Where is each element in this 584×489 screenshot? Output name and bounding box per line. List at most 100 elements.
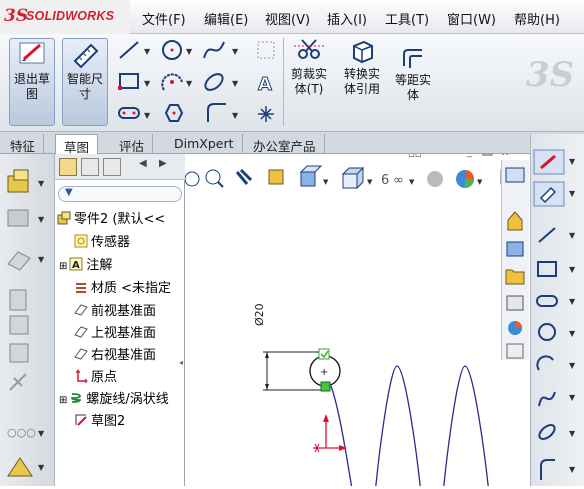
smart-dimension-button[interactable]: 智能尺 寸 [62,38,108,126]
svg-text:+: + [320,367,328,378]
menu-tools[interactable]: 工具(T) [385,9,429,28]
tree-item-sketch2[interactable]: 草图2 [74,410,125,432]
graphics-area[interactable]: ▼ ▼ 6 ∞ ▼ ▼ ▫▫ _ ✕ Ø20 + [184,147,530,489]
tree-item-sensors[interactable]: 传感器 [74,231,130,253]
instant3d-icon [7,457,33,477]
spline-icon [538,391,556,407]
svg-text:▼: ▼ [38,463,45,472]
svg-text:▼: ▼ [186,47,193,56]
pane-collapse-icon[interactable]: ◂ [179,358,183,367]
line-tool-icon [119,41,139,59]
previous-view-icon [235,168,253,185]
construction-rect-icon [257,41,275,59]
tab-dimxpert[interactable]: DimXpert [166,134,243,154]
tree-item-material[interactable]: 材质 <未指定 [74,277,171,299]
menu-file[interactable]: 文件(F) [142,9,186,28]
window-close-icon: ✕ [501,154,509,159]
tree-item-helix[interactable]: ⊞ 螺旋线/涡状线 [59,388,169,410]
svg-text:▼: ▼ [38,429,45,438]
tree-item-front-plane[interactable]: 前视基准面 [74,300,156,322]
right-sketch-toolbar: ▼ ▼ ▼ ▼ ▼ ▼ ▼ ▼ ▼ ▼ [530,134,584,486]
exit-sketch-icon [19,42,45,64]
fillet-icon [540,459,555,480]
app-name: SOLIDWORKS [26,9,115,23]
svg-text:▼: ▼ [569,329,576,338]
sensor-icon [74,234,88,248]
menu-insert[interactable]: 插入(I) [327,9,367,28]
plane-icon [74,326,88,338]
fillet-icon [7,251,31,271]
tree-item-origin[interactable]: 原点 [74,366,117,388]
zoom-to-fit-icon [184,171,200,187]
display-style-icon [342,173,358,189]
configuration-manager-tab-icon[interactable] [103,158,121,176]
heads-up-toolbar: ▼ ▼ 6 ∞ ▼ ▼ [184,165,518,190]
arc-tool-icon [161,73,183,91]
root-label: 零件2 (默认<< [74,212,166,227]
extrude-boss-icon [7,169,29,193]
svg-text:▼: ▼ [569,157,576,166]
custom-properties-icon [506,343,524,359]
svg-text:▼: ▼ [367,178,373,186]
shell-icon [9,343,29,363]
svg-text:▫▫: ▫▫ [408,154,422,160]
sketch-icon [75,414,87,426]
left-toolbar-icons: ▼ ▼ ▼ ○○○ ▼ ▼ [7,169,45,477]
svg-text:∞: ∞ [393,173,404,188]
property-manager-tab-icon[interactable] [81,158,99,176]
convert-entities-button[interactable]: 转换实 体引用 [338,38,386,124]
offset-entities-button[interactable]: 等距实 体 [390,46,436,126]
home-icon [507,211,523,231]
trim-entities-button[interactable]: 剪裁实 体(T) [286,38,332,124]
menu-view[interactable]: 视图(V) [265,9,310,28]
tab-sketch[interactable]: 草图 [55,134,99,155]
svg-text:▼: ▼ [569,297,576,306]
tree-item-annotations[interactable]: ⊞ A 注解 [59,254,112,276]
svg-text:▼: ▼ [186,79,193,88]
circle-icon [538,323,556,341]
feature-manager-tab-icon[interactable] [59,158,77,176]
tab-features[interactable]: 特征 [2,134,45,154]
tree-item-right-plane[interactable]: 右视基准面 [74,344,156,366]
resources-icon [505,167,525,183]
menu-edit[interactable]: 编辑(E) [204,9,248,28]
tree-scroll-right-icon[interactable]: ▶ [159,158,167,169]
svg-text:3S: 3S [526,55,572,95]
tree-filter[interactable]: ▼ [58,186,182,202]
svg-text:▼: ▼ [232,47,239,56]
exit-sketch-button[interactable]: 退出草 图 [9,38,55,126]
menu-help[interactable]: 帮助(H) [514,9,560,28]
tab-office[interactable]: 办公室产品 [245,134,325,154]
tree-item-top-plane[interactable]: 上视基准面 [74,322,156,344]
svg-text:▼: ▼ [569,231,576,240]
svg-text:▼: ▼ [409,178,415,186]
tab-evaluate[interactable]: 评估 [111,134,154,154]
sketch-tools: A ▼ ▼ ▼ ▼ ▼ ▼ ▼ ▼ [118,40,275,122]
plane-icon [74,304,88,316]
svg-text:▼: ▼ [144,79,151,88]
svg-text:▼: ▼ [232,79,239,88]
left-toolbar: ▼ ▼ ▼ ○○○ ▼ ▼ [0,154,55,486]
draft-icon [9,373,27,391]
command-tabs: 特征 草图 评估 DimXpert 办公室产品 [0,132,584,155]
plane-icon [74,348,88,360]
dimension-text[interactable]: Ø20 [253,303,266,326]
smart-dimension-label: 智能尺 寸 [66,72,103,101]
menu-window[interactable]: 窗口(W) [447,9,496,28]
circle-tool-icon [162,40,182,60]
tree-root[interactable]: 零件2 (默认<< [57,208,165,230]
offset-entities-icon [403,49,422,68]
svg-text:▼: ▼ [569,429,576,438]
svg-text:▼: ▼ [569,465,576,474]
ellipse-tool-icon [204,73,224,91]
convert-entities-icon [353,40,373,64]
ds-logo-icon: 3S [4,6,29,26]
reference-geometry-icon: ○○○ [7,426,36,439]
svg-text:▼: ▼ [38,215,45,224]
polygon-tool-icon [164,104,184,122]
svg-text:▼: ▼ [38,179,45,188]
helix-curve[interactable] [330,365,490,489]
pattern-icon [9,289,27,311]
tree-scroll-left-icon[interactable]: ◀ [139,158,147,169]
window-restore-icon [482,147,493,156]
